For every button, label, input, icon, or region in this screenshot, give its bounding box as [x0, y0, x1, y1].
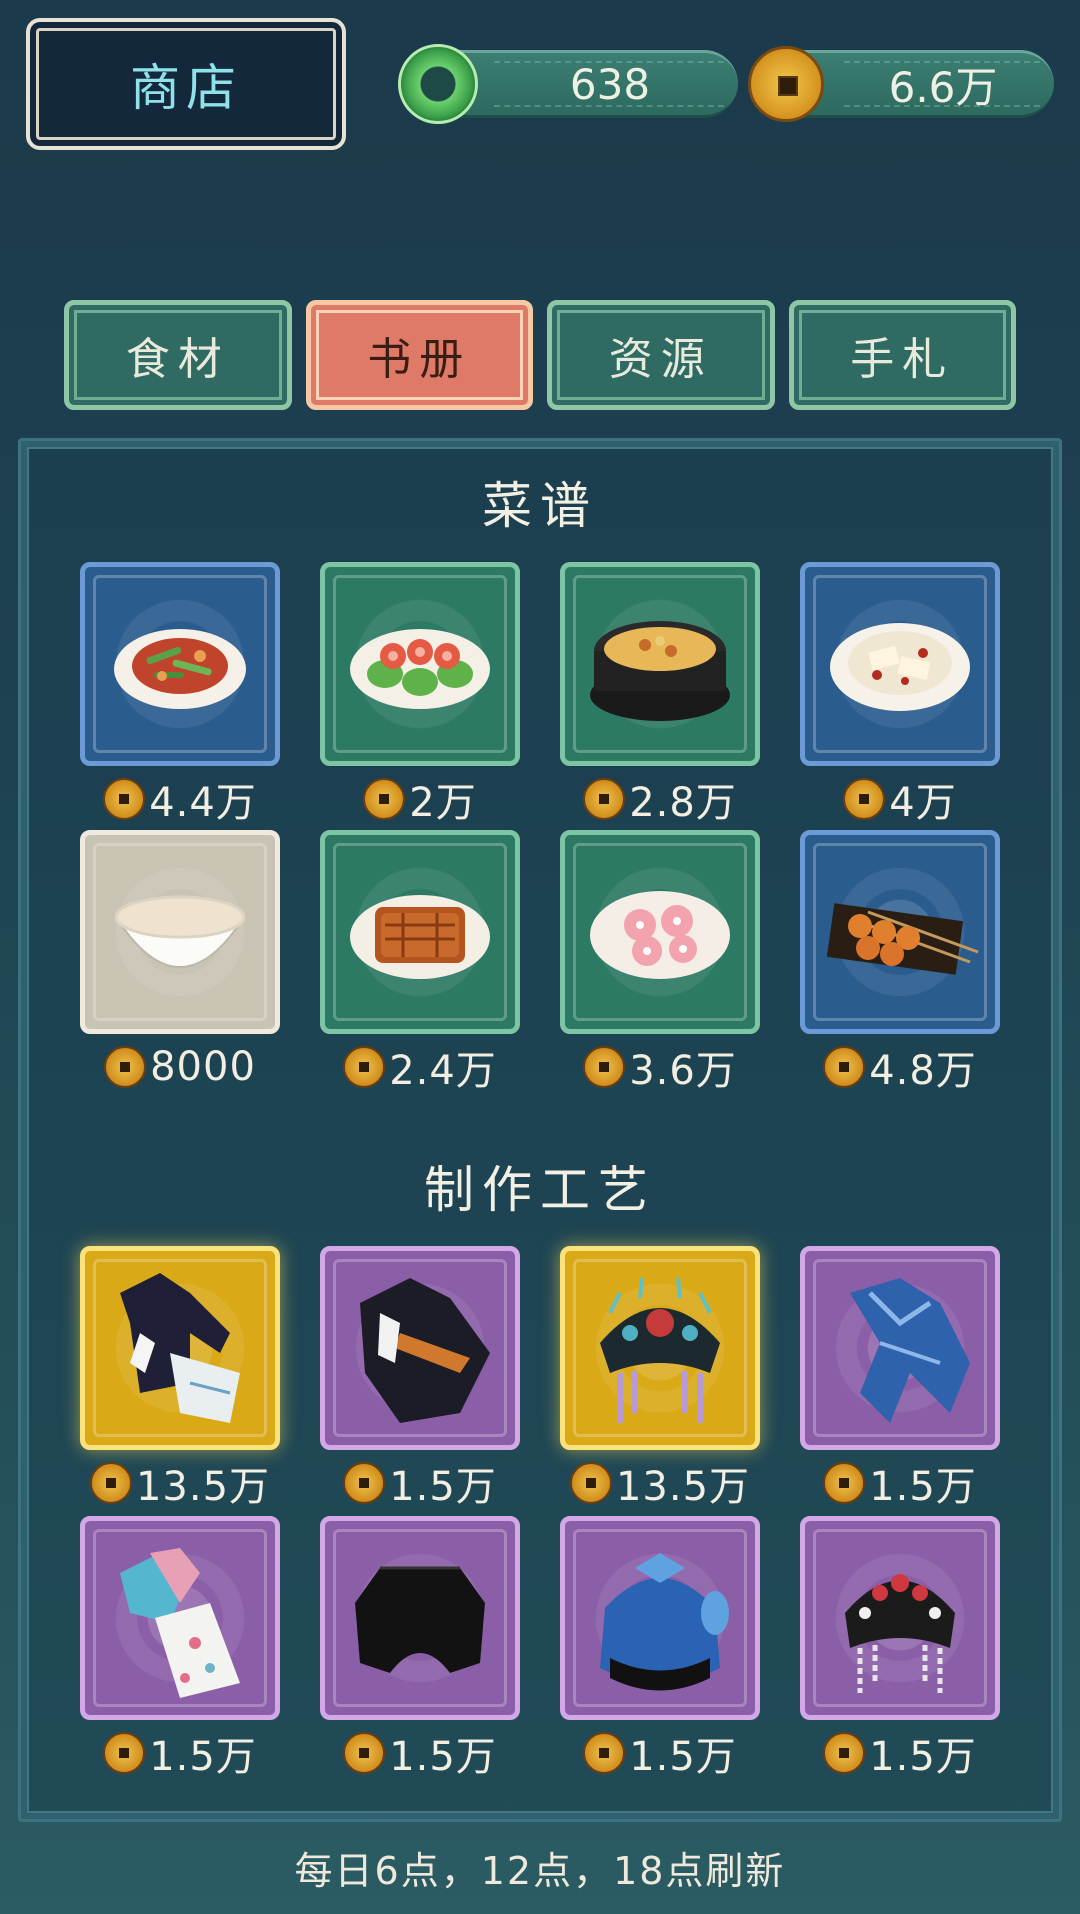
coin-icon — [89, 1462, 132, 1504]
coin-icon — [583, 1732, 626, 1774]
coin-icon — [103, 1732, 146, 1774]
stir-fry-dish-icon — [114, 629, 246, 709]
refresh-note: 每日6点，12点，18点刷新 — [294, 1849, 786, 1893]
shop-item[interactable]: 13.5万 — [80, 1246, 280, 1510]
item-price: 4.4万 — [149, 780, 257, 826]
skewers-icon — [826, 903, 979, 975]
shop-title-plate: 商店 — [26, 18, 346, 150]
shop-item[interactable]: 1.5万 — [560, 1516, 760, 1780]
crafts-grid: 13.5万 1.5万 13.5万 1.5万 1.5万 1.5万 1.5万 1.5… — [80, 1246, 1002, 1780]
coin-icon — [843, 778, 886, 820]
coin-icon — [583, 1046, 626, 1088]
coin-icon — [343, 1732, 386, 1774]
phoenix-crown-icon — [600, 1277, 720, 1423]
shop-item[interactable]: 3.6万 — [560, 830, 760, 1094]
coin-icon — [823, 1046, 866, 1088]
coin-icon — [823, 1732, 866, 1774]
crafts-section-title: 制作工艺 — [424, 1161, 656, 1219]
jade-amount: 638 — [569, 59, 651, 109]
item-price: 1.5万 — [629, 1734, 737, 1780]
item-frame — [560, 562, 760, 766]
coin-amount: 6.6万 — [888, 62, 998, 112]
item-price: 3.6万 — [629, 1048, 737, 1094]
shop-item[interactable]: 4.8万 — [800, 830, 1000, 1094]
blue-headdress-icon — [600, 1553, 729, 1691]
jade-currency[interactable]: 638 — [398, 44, 738, 124]
category-tabs: 食材 书册 资源 手札 — [64, 300, 1016, 410]
item-frame — [80, 1246, 280, 1450]
item-frame — [560, 1246, 760, 1450]
item-frame — [80, 562, 280, 766]
coin-icon — [569, 1462, 612, 1504]
shop-item[interactable]: 8000 — [80, 830, 280, 1092]
item-frame — [80, 830, 280, 1034]
embroidered-dress-icon — [120, 1548, 240, 1698]
coin-icon — [103, 778, 146, 820]
page-title: 商店 — [130, 59, 242, 117]
recipes-grid: 4.4万 2万 2.8万 4万 8000 2.4万 3.6万 4.8万 — [80, 562, 1002, 1094]
item-frame — [320, 830, 520, 1034]
coin-icon — [823, 1462, 866, 1504]
glazed-cake-icon — [350, 895, 490, 979]
shop-item[interactable]: 2.8万 — [560, 562, 760, 826]
item-frame — [320, 1246, 520, 1450]
shop-item[interactable]: 1.5万 — [320, 1246, 520, 1510]
coin-icon — [748, 46, 824, 122]
item-frame — [320, 1516, 520, 1720]
tab-notes[interactable]: 手札 — [788, 300, 1016, 410]
coin-icon — [343, 1046, 386, 1088]
shop-item[interactable]: 4.4万 — [80, 562, 280, 826]
item-frame — [800, 1246, 1000, 1450]
claypot-rice-icon — [590, 621, 730, 721]
item-price: 4万 — [889, 780, 957, 826]
shop-item[interactable]: 1.5万 — [80, 1516, 280, 1780]
item-price: 1.5万 — [149, 1734, 257, 1780]
item-price: 13.5万 — [135, 1464, 271, 1510]
item-price: 1.5万 — [389, 1464, 497, 1510]
flower-pastry-icon — [590, 891, 730, 979]
item-price: 1.5万 — [389, 1734, 497, 1780]
coin-currency[interactable]: 6.6万 — [748, 44, 1054, 124]
item-price: 13.5万 — [615, 1464, 751, 1510]
item-price: 2.8万 — [629, 780, 737, 826]
item-price: 8000 — [150, 1044, 256, 1090]
item-price: 2万 — [409, 780, 477, 826]
opera-headdress-icon — [845, 1574, 955, 1693]
tab-resources[interactable]: 资源 — [547, 300, 775, 410]
item-frame — [560, 1516, 760, 1720]
spicy-tofu-dish-icon — [830, 623, 970, 711]
item-frame — [320, 562, 520, 766]
item-price: 1.5万 — [869, 1464, 977, 1510]
item-price: 4.8万 — [869, 1048, 977, 1094]
shrimp-dish-icon — [350, 629, 490, 709]
coin-icon — [104, 1046, 147, 1088]
coin-icon — [583, 778, 626, 820]
soup-bowl-icon — [114, 895, 246, 968]
item-frame — [80, 1516, 280, 1720]
coin-icon — [343, 1462, 386, 1504]
item-price: 1.5万 — [869, 1734, 977, 1780]
jade-icon — [398, 44, 478, 124]
shop-item[interactable]: 13.5万 — [560, 1246, 760, 1510]
blue-garment-icon — [850, 1278, 970, 1423]
tab-ingredients[interactable]: 食材 — [64, 300, 292, 410]
hanfu-robe-icon — [120, 1273, 240, 1423]
shop-item[interactable]: 2万 — [320, 562, 520, 826]
item-frame — [800, 1516, 1000, 1720]
tab-books[interactable]: 书册 — [305, 300, 533, 410]
shop-item[interactable]: 4万 — [800, 562, 1000, 826]
shop-item[interactable]: 1.5万 — [800, 1516, 1000, 1780]
item-frame — [560, 830, 760, 1034]
item-price: 2.4万 — [389, 1048, 497, 1094]
shop-item[interactable]: 1.5万 — [320, 1516, 520, 1780]
dark-robe-icon — [360, 1278, 490, 1423]
item-frame — [800, 830, 1000, 1034]
shop-item[interactable]: 1.5万 — [800, 1246, 1000, 1510]
coin-icon — [363, 778, 406, 820]
black-hat-icon — [355, 1566, 485, 1673]
shop-item[interactable]: 2.4万 — [320, 830, 520, 1094]
item-frame — [800, 562, 1000, 766]
recipes-section-title: 菜谱 — [482, 477, 598, 535]
